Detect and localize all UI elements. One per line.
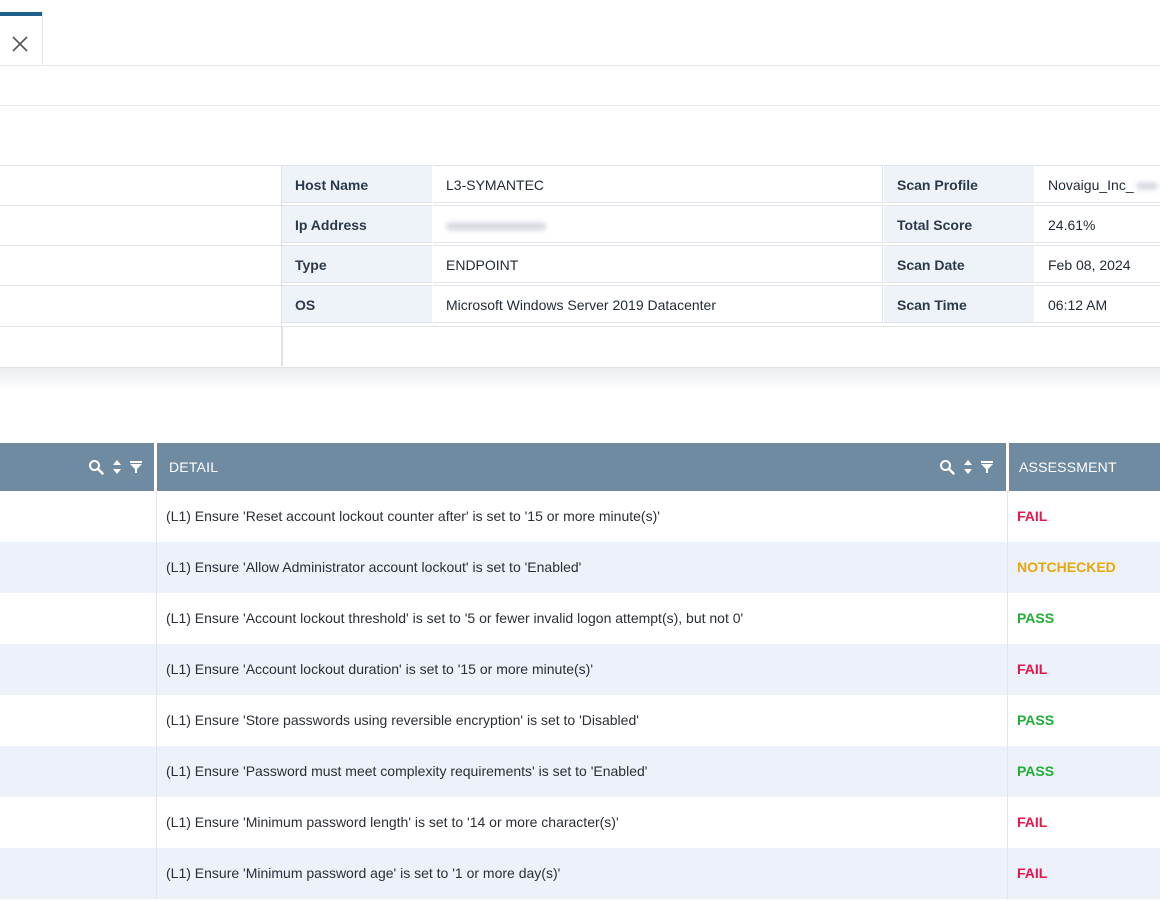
row-col0-cell — [0, 644, 157, 695]
close-icon[interactable] — [10, 34, 30, 54]
header-col0 — [0, 443, 154, 491]
info-left-panel — [0, 165, 282, 367]
info-empty-row — [282, 326, 1160, 366]
total-score-label: Total Score — [884, 205, 1034, 243]
header-detail[interactable]: DETAIL — [157, 443, 1006, 491]
sort-icon[interactable] — [112, 459, 122, 475]
row-assessment-status: PASS — [1017, 763, 1055, 779]
redacted-ip — [446, 221, 546, 231]
search-icon[interactable] — [939, 459, 955, 475]
row-detail: (L1) Ensure 'Allow Administrator account… — [157, 542, 1008, 593]
type-label: Type — [282, 245, 432, 283]
row-assessment-status: PASS — [1017, 712, 1055, 728]
row-col0-cell — [0, 797, 157, 848]
filter-icon[interactable] — [130, 459, 142, 475]
row-detail: (L1) Ensure 'Password must meet complexi… — [157, 746, 1008, 797]
row-col0-cell — [0, 695, 157, 746]
scan-date-value: Feb 08, 2024 — [1035, 245, 1160, 283]
row-detail: (L1) Ensure 'Reset account lockout count… — [157, 491, 1008, 542]
scan-time-value: 06:12 AM — [1035, 285, 1160, 323]
table-row[interactable]: (L1) Ensure 'Account lockout threshold' … — [0, 593, 1160, 644]
row-col0-cell — [0, 848, 157, 899]
table-row[interactable]: (L1) Ensure 'Minimum password age' is se… — [0, 848, 1160, 899]
row-assessment-status: FAIL — [1017, 661, 1048, 677]
row-detail: (L1) Ensure 'Minimum password age' is se… — [157, 848, 1008, 899]
row-assessment-status: PASS — [1017, 610, 1055, 626]
row-assessment-status: FAIL — [1017, 814, 1048, 830]
filter-icon[interactable] — [981, 459, 993, 475]
active-tab[interactable] — [0, 12, 43, 65]
ip-address-value — [433, 205, 883, 243]
section-divider — [0, 105, 1160, 106]
row-detail: (L1) Ensure 'Account lockout threshold' … — [157, 593, 1008, 644]
scan-date-label: Scan Date — [884, 245, 1034, 283]
row-detail: (L1) Ensure 'Minimum password length' is… — [157, 797, 1008, 848]
os-value: Microsoft Windows Server 2019 Datacenter — [433, 285, 883, 323]
row-col0-cell — [0, 542, 157, 593]
row-assessment-status: NOTCHECKED — [1017, 559, 1116, 575]
info-left-cell — [0, 165, 282, 205]
table-row[interactable]: (L1) Ensure 'Account lockout duration' i… — [0, 644, 1160, 695]
table-row[interactable]: (L1) Ensure 'Password must meet complexi… — [0, 746, 1160, 797]
tab-accent — [0, 12, 42, 16]
table-header: DETAIL ASSESSMENT — [0, 443, 1160, 491]
header-detail-label: DETAIL — [169, 459, 219, 475]
info-left-cell — [0, 326, 282, 366]
scan-profile-text: Novaigu_Inc_ — [1048, 177, 1134, 193]
row-detail: (L1) Ensure 'Account lockout duration' i… — [157, 644, 1008, 695]
type-value: ENDPOINT — [433, 245, 883, 283]
info-row-type: Type ENDPOINT Scan Date Feb 08, 2024 — [282, 245, 1160, 285]
row-col0-cell — [0, 593, 157, 644]
row-col0-cell — [0, 746, 157, 797]
search-icon[interactable] — [88, 459, 104, 475]
info-row-ip-address: Ip Address Total Score 24.61% — [282, 205, 1160, 245]
scan-profile-label: Scan Profile — [884, 165, 1034, 203]
row-assessment-status: FAIL — [1017, 508, 1048, 524]
host-name-label: Host Name — [282, 165, 432, 203]
header-detail-tools — [939, 459, 1001, 475]
host-name-value: L3-SYMANTEC — [433, 165, 883, 203]
total-score-value: 24.61% — [1035, 205, 1160, 243]
info-left-cell — [0, 285, 282, 325]
table-row[interactable]: (L1) Ensure 'Allow Administrator account… — [0, 542, 1160, 593]
info-row-os: OS Microsoft Windows Server 2019 Datacen… — [282, 285, 1160, 325]
tab-strip — [0, 0, 1160, 66]
info-left-cell — [0, 205, 282, 245]
row-detail: (L1) Ensure 'Store passwords using rever… — [157, 695, 1008, 746]
table-row[interactable]: (L1) Ensure 'Minimum password length' is… — [0, 797, 1160, 848]
info-row-host-name: Host Name L3-SYMANTEC Scan Profile Novai… — [282, 165, 1160, 205]
row-col0-cell — [0, 491, 157, 542]
ip-address-label: Ip Address — [282, 205, 432, 243]
section-shadow — [0, 367, 1160, 392]
os-label: OS — [282, 285, 432, 323]
redacted-text — [1135, 182, 1158, 191]
scan-profile-value: Novaigu_Inc_ — [1035, 165, 1160, 203]
table-row[interactable]: (L1) Ensure 'Reset account lockout count… — [0, 491, 1160, 542]
header-col0-tools — [88, 459, 150, 475]
row-assessment-status: FAIL — [1017, 865, 1048, 881]
sort-icon[interactable] — [963, 459, 973, 475]
info-left-cell — [0, 245, 282, 285]
scan-time-label: Scan Time — [884, 285, 1034, 323]
table-row[interactable]: (L1) Ensure 'Store passwords using rever… — [0, 695, 1160, 746]
header-assessment[interactable]: ASSESSMENT — [1009, 443, 1160, 491]
